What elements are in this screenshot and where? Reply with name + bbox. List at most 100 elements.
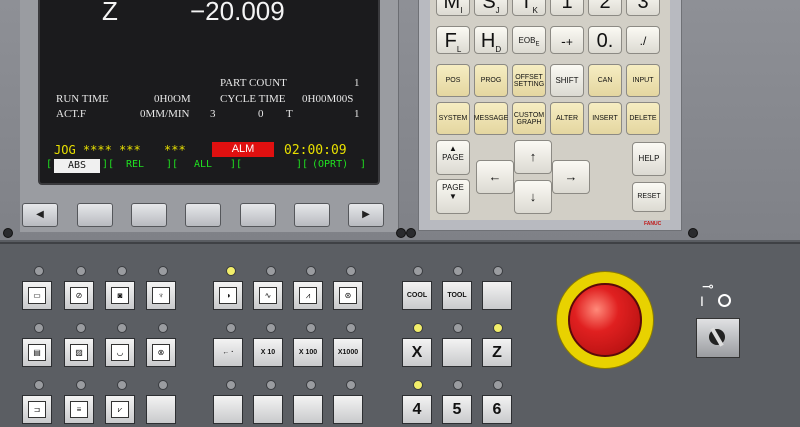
softkey-prev-button[interactable]: ◀ [22,203,58,227]
key-insert[interactable]: INSERT [588,102,622,135]
blank-button[interactable] [213,395,243,424]
softkey-2-button[interactable] [131,203,167,227]
page-down-label: PAGE [442,183,464,192]
single-block-button[interactable]: ▭ [22,281,52,310]
blank-button[interactable] [293,395,323,424]
key-delete[interactable]: DELETE [626,102,660,135]
blank-button[interactable] [482,281,512,310]
key-eob[interactable]: EOBE [512,26,546,54]
key-2[interactable]: 2 [588,0,622,16]
screw-icon [3,228,13,238]
blank-button[interactable] [146,395,176,424]
mdi-keypad: MI SJ TK 1 2 3 FL HD EOBE -+ 0. ./ POS P… [430,0,670,227]
key-3[interactable]: 3 [626,0,660,16]
act-feed-value: 0MM/MIN [140,108,190,120]
key-s[interactable]: SJ [474,0,508,16]
cursor-right-button[interactable]: → [552,160,590,194]
led-indicator [226,380,236,390]
key-h[interactable]: HD [474,26,508,54]
dnc-button[interactable]: ◡ [105,338,135,367]
led-indicator [453,323,463,333]
teach-button[interactable]: ⊗ [146,338,176,367]
program-restart-button[interactable]: ⊐ [22,395,52,424]
key-0[interactable]: 0. [588,26,622,54]
softkey-label-rel[interactable]: REL [126,159,144,170]
key-input[interactable]: INPUT [626,64,660,97]
blank-button[interactable] [333,395,363,424]
led-indicator-on [413,380,423,390]
softkey-1-button[interactable] [77,203,113,227]
led-indicator-on [413,323,423,333]
emergency-stop-button[interactable] [568,283,642,357]
key-m[interactable]: MI [436,0,470,16]
axis-x-button[interactable]: X [402,338,432,367]
handle-step-1-button[interactable]: ← · [213,338,243,367]
handle-step-100-button[interactable]: X 100 [293,338,323,367]
axis-4-button[interactable]: 4 [402,395,432,424]
led-indicator [346,266,356,276]
softkey-next-button[interactable]: ▶ [348,203,384,227]
softkey-label-all[interactable]: ALL [194,159,212,170]
key-switch[interactable] [696,318,740,358]
cursor-left-button[interactable]: ← [476,160,514,194]
handwheel-icon: ⊛ [339,287,357,304]
softkey-label-abs[interactable]: ABS [54,159,100,173]
machine-lock-button[interactable]: ⩗ [105,395,135,424]
alarm-indicator: ALM [212,142,274,157]
axis-blank-button[interactable] [442,338,472,367]
key-alter[interactable]: ALTER [550,102,584,135]
cursor-up-button[interactable]: ↑ [514,140,552,174]
mode-memory-button[interactable]: ♆ [146,281,176,310]
inc-feed-button[interactable]: ⩘ [293,281,323,310]
dry-run-button[interactable]: ≡ [64,395,94,424]
key-minus[interactable]: -+ [550,26,584,54]
key-offset-setting[interactable]: OFFSET SETTING [512,64,546,97]
edit-icon: ▤ [28,344,46,361]
key-f[interactable]: FL [436,26,470,54]
key-shift[interactable]: SHIFT [550,64,584,97]
page-up-label: PAGE [442,153,464,162]
key-t[interactable]: TK [512,0,546,16]
coolant-button[interactable]: COOL [402,281,432,310]
softkey-3-button[interactable] [185,203,221,227]
mdi-button[interactable]: ▨ [64,338,94,367]
key-slash[interactable]: ./ [626,26,660,54]
arrow-up-icon: ▲ [449,144,457,153]
softkey-bracket: [ [46,159,53,170]
help-button[interactable]: HELP [632,142,666,176]
key-system[interactable]: SYSTEM [436,102,470,135]
optional-stop-button[interactable]: ◙ [105,281,135,310]
handle-step-1000-button[interactable]: X1000 [333,338,363,367]
program-edit-button[interactable]: ▤ [22,338,52,367]
axis-6-button[interactable]: 6 [482,395,512,424]
softkey-4-button[interactable] [240,203,276,227]
axis-z-button[interactable]: Z [482,338,512,367]
jog-button[interactable]: ∿ [253,281,283,310]
led-indicator [34,323,44,333]
cursor-down-button[interactable]: ↓ [514,180,552,214]
handle-step-10-button[interactable]: X 10 [253,338,283,367]
cnc-screen: Z −20.009 PART COUNT 1 RUN TIME 0H0OM CY… [38,0,380,185]
reset-button[interactable]: RESET [632,182,666,212]
axis-5-button[interactable]: 5 [442,395,472,424]
tool-button[interactable]: TOOL [442,281,472,310]
page-down-button[interactable]: PAGE ▼ [436,179,470,214]
key-1[interactable]: 1 [550,0,584,16]
key-pos[interactable]: POS [436,64,470,97]
key-custom-graph[interactable]: CUSTOM GRAPH [512,102,546,135]
block-skip-button[interactable]: ⊘ [64,281,94,310]
softkey-label-oprt[interactable]: (OPRT) [312,159,348,170]
blank-button[interactable] [253,395,283,424]
led-indicator [117,323,127,333]
reference-return-button[interactable]: ◑ [213,281,243,310]
key-prog[interactable]: PROG [474,64,508,97]
dnc-icon: ◡ [111,344,129,361]
tool-label: T [286,108,293,120]
softkey-5-button[interactable] [294,203,330,227]
handwheel-button[interactable]: ⊛ [333,281,363,310]
act-n-value: 0 [258,108,264,120]
led-indicator [306,380,316,390]
page-up-button[interactable]: ▲ PAGE [436,140,470,175]
key-message[interactable]: MESSAGE [474,102,508,135]
key-can[interactable]: CAN [588,64,622,97]
